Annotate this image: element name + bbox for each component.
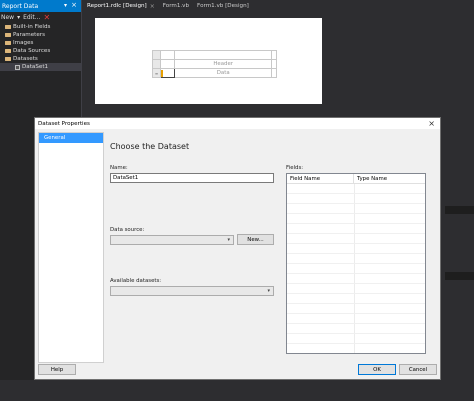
folder-icon (5, 24, 11, 30)
report-design-surface: Header ≡ Data (83, 12, 474, 112)
dataset-properties-dialog: Dataset Properties × General Choose the … (34, 117, 441, 380)
corner-handle[interactable] (152, 50, 161, 60)
sidebar-item-general[interactable]: General (39, 133, 103, 143)
report-data-title-bar: Report Data ▾ × (0, 0, 81, 12)
data-cell[interactable]: Data (174, 68, 273, 78)
tab-form1-vb[interactable]: Form1.vb (159, 3, 193, 9)
ide-bottom-area (0, 380, 474, 401)
tree-item-built-in-fields[interactable]: Built-in Fields (0, 23, 81, 31)
fields-grid-row (287, 304, 425, 314)
close-icon[interactable]: × (150, 3, 155, 10)
tree-item-label: Data Sources (13, 48, 51, 54)
delete-icon[interactable]: ✕ (43, 13, 50, 22)
tablix-cell[interactable] (271, 50, 277, 60)
tablix[interactable]: Header ≡ Data (152, 50, 277, 78)
fields-label: Fields: (286, 165, 304, 171)
background-panel-strip (445, 206, 474, 214)
column-header-type-name[interactable]: Type Name (354, 174, 425, 183)
fields-grid-row (287, 194, 425, 204)
new-dropdown-icon[interactable]: ▾ (17, 14, 20, 21)
fields-grid-row (287, 314, 425, 324)
fields-grid-row (287, 234, 425, 244)
close-icon[interactable]: × (71, 1, 77, 9)
name-field[interactable]: DataSet1 (110, 173, 274, 183)
help-button[interactable]: Help (38, 364, 76, 375)
fields-grid-row (287, 284, 425, 294)
tree-item-label: Images (13, 40, 34, 46)
selected-cell[interactable] (159, 68, 176, 78)
tree-item-label: Datasets (13, 56, 38, 62)
tab-label: Report1.rdlc [Design] (87, 3, 147, 9)
datasource-label: Data source: (110, 227, 145, 233)
fields-grid[interactable]: Field Name Type Name (286, 173, 426, 354)
pin-icon[interactable]: ▾ (64, 2, 67, 9)
selection-marker (161, 69, 163, 77)
fields-grid-row (287, 334, 425, 344)
column-header-field-name[interactable]: Field Name (287, 174, 355, 183)
report-canvas[interactable]: Header ≡ Data (95, 18, 322, 104)
available-datasets-select[interactable]: ▾ (110, 286, 274, 296)
folder-icon (5, 56, 11, 62)
fields-grid-row (287, 264, 425, 274)
tree-item-data-sources[interactable]: Data Sources (0, 47, 81, 55)
tablix-cell[interactable] (174, 50, 273, 60)
folder-icon (5, 48, 11, 54)
tab-report1-design[interactable]: Report1.rdlc [Design] × (83, 3, 159, 10)
tree-item-label: Built-in Fields (13, 24, 51, 30)
new-datasource-button[interactable]: New... (237, 234, 274, 245)
new-menu-button[interactable]: New (1, 14, 14, 21)
dialog-title: Dataset Properties (38, 120, 90, 127)
fields-grid-row (287, 294, 425, 304)
dialog-main: Choose the Dataset Name: DataSet1 Data s… (105, 129, 440, 365)
fields-grid-row (287, 344, 425, 353)
page-heading: Choose the Dataset (110, 142, 190, 151)
tree-item-images[interactable]: Images (0, 39, 81, 47)
report-data-toolbar: New ▾ Edit... ✕ (0, 12, 81, 23)
tablix-cell[interactable] (159, 59, 176, 69)
dialog-title-bar: Dataset Properties × (35, 118, 440, 129)
fields-grid-row (287, 184, 425, 194)
fields-grid-row (287, 254, 425, 264)
name-label: Name: (110, 165, 128, 171)
row-handle[interactable] (152, 59, 161, 69)
fields-grid-row (287, 214, 425, 224)
folder-icon (5, 40, 11, 46)
tree-item-label: DataSet1 (22, 64, 49, 70)
fields-grid-row (287, 244, 425, 254)
dialog-sidebar: General (38, 132, 104, 363)
tab-form1-design[interactable]: Form1.vb [Design] (193, 3, 253, 9)
dataset-icon (15, 64, 20, 70)
tree-item-label: Parameters (13, 32, 46, 38)
fields-grid-row (287, 324, 425, 334)
close-icon[interactable]: × (428, 119, 435, 128)
tablix-cell[interactable] (271, 59, 277, 69)
tab-label: Form1.vb (162, 3, 190, 9)
available-datasets-label: Available datasets: (110, 278, 162, 284)
tablix-cell[interactable] (159, 50, 176, 60)
chevron-down-icon: ▾ (267, 288, 270, 294)
fields-grid-header: Field Name Type Name (287, 174, 425, 184)
chevron-down-icon: ▾ (227, 237, 230, 243)
dialog-footer: Help OK Cancel (35, 362, 440, 379)
background-panel-strip (445, 272, 474, 280)
fields-grid-row (287, 274, 425, 284)
fields-grid-row (287, 204, 425, 214)
row-handle[interactable]: ≡ (152, 68, 161, 78)
report-data-title: Report Data (2, 2, 39, 10)
tablix-cell[interactable] (271, 68, 277, 78)
tab-label: Form1.vb [Design] (197, 3, 249, 9)
tree-item-dataset1[interactable]: DataSet1 (0, 63, 81, 71)
fields-grid-row (287, 224, 425, 234)
header-cell[interactable]: Header (174, 59, 273, 69)
tree-item-datasets[interactable]: Datasets (0, 55, 81, 63)
datasource-select[interactable]: ▾ (110, 235, 234, 245)
document-tabs: Report1.rdlc [Design] × Form1.vb Form1.v… (83, 0, 474, 12)
folder-icon (5, 32, 11, 38)
edit-button[interactable]: Edit... (23, 14, 40, 21)
ok-button[interactable]: OK (358, 364, 396, 375)
cancel-button[interactable]: Cancel (399, 364, 437, 375)
tree-item-parameters[interactable]: Parameters (0, 31, 81, 39)
